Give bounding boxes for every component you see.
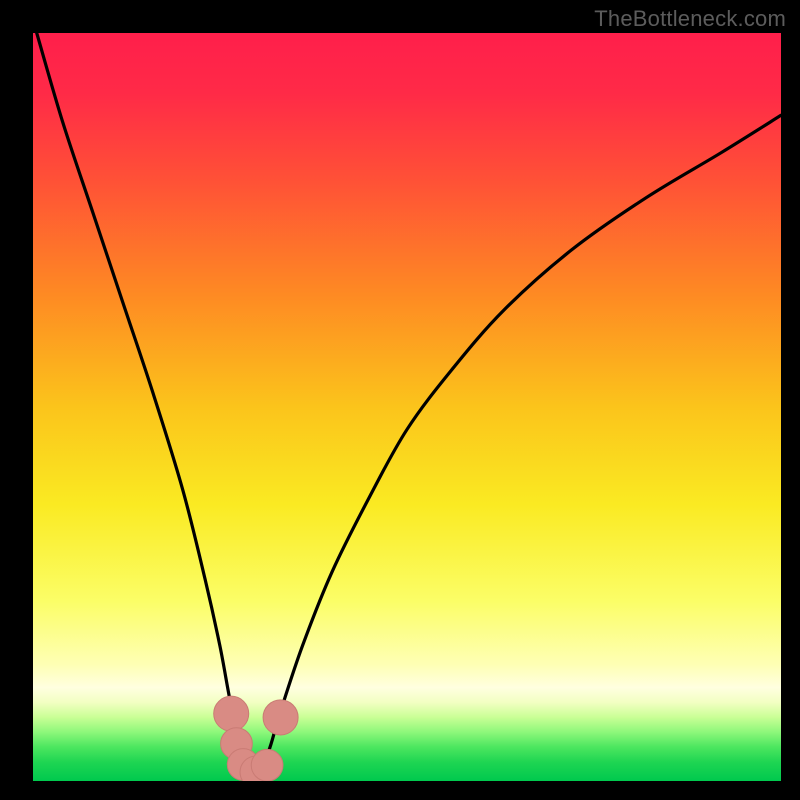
curve-marker bbox=[263, 700, 298, 735]
watermark-text: TheBottleneck.com bbox=[594, 6, 786, 32]
chart-frame: TheBottleneck.com bbox=[0, 0, 800, 800]
curve-marker bbox=[251, 749, 283, 781]
bottleneck-curve bbox=[37, 33, 781, 775]
markers-group bbox=[214, 696, 298, 781]
curve-marker bbox=[214, 696, 249, 731]
plot-area bbox=[33, 33, 781, 781]
bottleneck-curve-svg bbox=[33, 33, 781, 781]
